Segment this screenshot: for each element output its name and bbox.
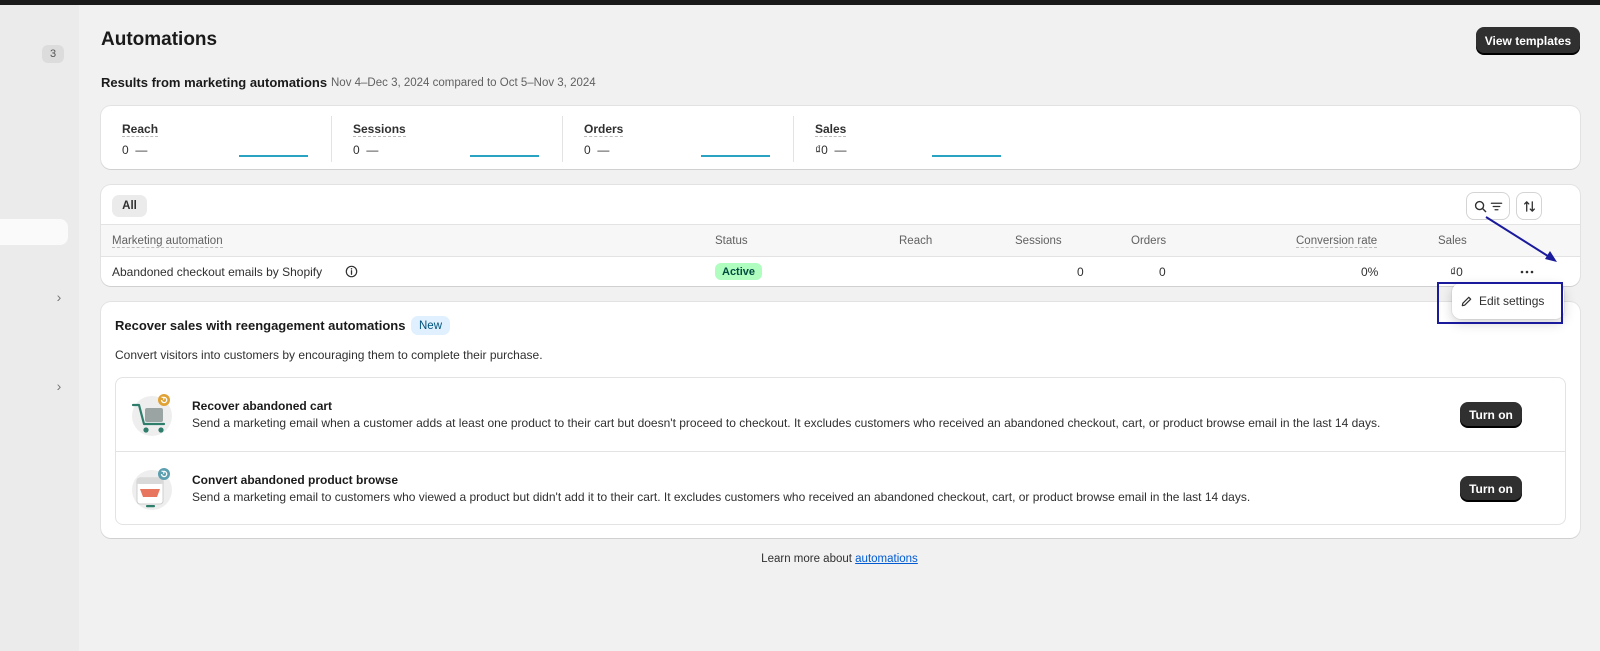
turn-on-button[interactable]: Turn on: [1460, 476, 1522, 501]
more-icon[interactable]: [1519, 265, 1535, 279]
reengagement-title: Recover sales with reengagement automati…: [115, 318, 406, 333]
filter-icon: [1490, 202, 1502, 210]
chevron-right-icon[interactable]: ›: [53, 290, 65, 304]
sessions-cell: 0: [1077, 265, 1084, 279]
chevron-right-icon[interactable]: ›: [53, 379, 65, 393]
metric-value: 0 —: [122, 143, 148, 157]
automations-link[interactable]: automations: [855, 553, 918, 565]
reengagement-description: Convert visitors into customers by encou…: [115, 348, 543, 362]
results-date-range: Nov 4–Dec 3, 2024 compared to Oct 5–Nov …: [331, 77, 596, 89]
metric-label: Sessions: [353, 122, 406, 137]
search-filter-button[interactable]: [1467, 193, 1509, 219]
main-content: Automations View templates Results from …: [79, 5, 1600, 651]
sidebar-count-badge: 3: [42, 45, 64, 63]
automation-suggestion-name: Recover abandoned cart: [192, 399, 333, 413]
automation-suggestion-name: Convert abandoned product browse: [192, 473, 399, 487]
page-title: Automations: [101, 29, 218, 50]
table-header: Marketing automation Status Reach Sessio…: [101, 224, 1580, 257]
column-header[interactable]: Marketing automation: [112, 235, 223, 248]
column-header[interactable]: Sessions: [1015, 235, 1062, 247]
status-badge: Active: [715, 263, 763, 280]
metric-value: 0 —: [353, 143, 379, 157]
metric-sessions[interactable]: Sessions 0 —: [332, 106, 562, 169]
automation-suggestion-description: Send a marketing email to customers who …: [192, 490, 1251, 504]
automations-table-card: All Marketing automation Status Reach Se…: [101, 185, 1580, 286]
metric-sparkline: [239, 155, 308, 157]
sidebar: 3 › ›: [0, 5, 79, 651]
tab-all[interactable]: All: [112, 195, 147, 217]
metric-value: 0 —: [584, 143, 610, 157]
reengagement-card: Recover sales with reengagement automati…: [101, 302, 1580, 538]
new-badge: New: [411, 316, 451, 335]
automation-name[interactable]: Abandoned checkout emails by Shopify: [112, 265, 322, 279]
list-item: Convert abandoned product browse Send a …: [116, 451, 1565, 524]
browse-illustration-icon: [132, 468, 172, 510]
column-header[interactable]: Reach: [899, 235, 932, 247]
metric-sales[interactable]: Sales ₫0 —: [794, 106, 1024, 169]
automation-suggestions-list: Recover abandoned cart Send a marketing …: [115, 377, 1566, 525]
search-icon: [1474, 200, 1486, 212]
conversion-rate-cell: 0%: [1361, 265, 1379, 279]
sidebar-item-selected[interactable]: [0, 219, 68, 245]
column-header[interactable]: Orders: [1131, 235, 1166, 247]
info-icon[interactable]: [345, 265, 358, 278]
sort-icon: [1523, 200, 1535, 212]
view-templates-button[interactable]: View templates: [1476, 27, 1580, 54]
metric-sparkline: [470, 155, 539, 157]
metric-label: Reach: [122, 122, 159, 137]
metric-reach[interactable]: Reach 0 —: [101, 106, 331, 169]
automation-suggestion-description: Send a marketing email when a customer a…: [192, 416, 1381, 430]
column-header[interactable]: Conversion rate: [1296, 235, 1378, 248]
metrics-card: Reach 0 — Sessions 0 — Orders 0 — Sales …: [101, 106, 1580, 169]
metric-sparkline: [932, 155, 1001, 157]
column-header[interactable]: Status: [715, 235, 748, 247]
results-title: Results from marketing automations: [101, 75, 328, 90]
list-item: Recover abandoned cart Send a marketing …: [116, 378, 1565, 451]
annotation-highlight-box: [1437, 282, 1563, 324]
turn-on-button[interactable]: Turn on: [1460, 402, 1522, 427]
sort-button[interactable]: [1517, 193, 1541, 219]
sales-cell: ₫0: [1450, 265, 1463, 279]
column-header[interactable]: Sales: [1438, 235, 1467, 247]
cart-illustration-icon: [131, 394, 172, 436]
orders-cell: 0: [1159, 265, 1166, 279]
metric-label: Sales: [815, 122, 847, 137]
metric-orders[interactable]: Orders 0 —: [563, 106, 793, 169]
metric-sparkline: [701, 155, 770, 157]
table-row[interactable]: Abandoned checkout emails by Shopify Act…: [101, 257, 1580, 286]
learn-more-text: Learn more about automations: [761, 553, 918, 565]
metric-value: ₫0 —: [815, 143, 847, 157]
metric-label: Orders: [584, 122, 624, 137]
